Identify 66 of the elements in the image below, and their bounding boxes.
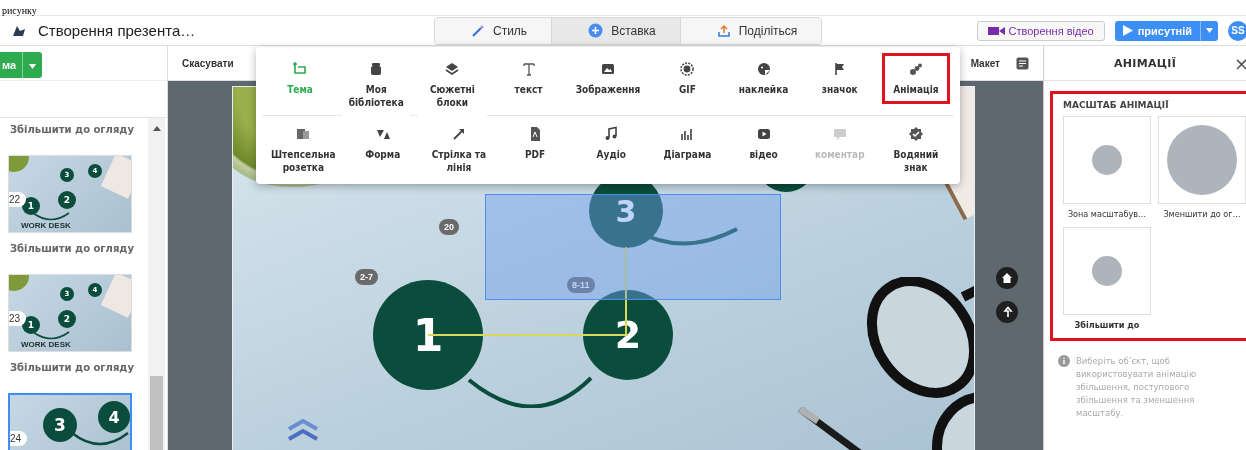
slide-number: 22: [9, 192, 27, 207]
bubbles-icon: [907, 61, 924, 77]
magic-wand-icon: [471, 23, 485, 38]
step-circle: 1: [22, 197, 40, 215]
path-step-badge[interactable]: 2-7: [355, 269, 378, 285]
step-circle: 3: [43, 408, 77, 442]
slide-number: 24: [10, 431, 28, 446]
caret-icon: [1206, 28, 1213, 33]
document-text: рисунку: [2, 4, 37, 17]
present-dropdown-button[interactable]: [1200, 20, 1218, 41]
video-icon: [755, 126, 772, 142]
animation-preview[interactable]: [1158, 116, 1246, 204]
panel-title: АНІМАЦІЇ: [1113, 56, 1177, 70]
slide-thumbnail[interactable]: 3 4 24: [8, 393, 132, 450]
app-logo-icon: [12, 24, 26, 37]
step-circle: 2: [58, 310, 76, 328]
music-note-icon: [603, 126, 620, 142]
presentation-title: Створення презента…: [38, 22, 196, 39]
video-camera-icon: [988, 25, 1006, 36]
slide-number: 23: [9, 311, 27, 326]
step-circle: 2: [58, 191, 76, 209]
comment-icon: [831, 126, 848, 142]
gif-icon: [679, 61, 696, 77]
selection-frame[interactable]: [485, 194, 781, 300]
theme-icon: [292, 61, 309, 77]
animation-label: Збільшити до: [1074, 320, 1140, 330]
home-button[interactable]: [996, 267, 1018, 289]
step-circle: 4: [98, 401, 130, 433]
logo-chevrons-icon: [287, 419, 319, 443]
slide-caption: WORK DESK: [21, 221, 71, 230]
slide-caption: WORK DESK: [21, 340, 71, 349]
animation-label: Зона масштабув…: [1067, 209, 1147, 219]
scroll-up-icon: [152, 126, 161, 131]
section-title: МАСШТАБ АНІМАЦІЇ: [1063, 100, 1170, 110]
back-button[interactable]: [996, 301, 1018, 323]
insert-option[interactable]: Анімація: [881, 53, 950, 104]
hint-text: Виберіть об’єкт, щоб використовувати анімацію збільшення, поступового збільшення та зменшення масштабу.: [1076, 355, 1198, 420]
step-circle: 1: [22, 316, 40, 334]
create-video-button[interactable]: Створення відео: [977, 20, 1105, 41]
transition-label: Збільшити до огляду: [10, 243, 135, 254]
image-icon: [600, 61, 616, 77]
theme-dropdown-button[interactable]: [22, 52, 43, 78]
mode-tab[interactable]: Вставка: [552, 17, 681, 44]
plus-icon: [588, 23, 604, 38]
caret-icon: [29, 64, 37, 69]
transition-label: Збільшити до огляду: [10, 362, 135, 373]
home-icon: [1001, 272, 1013, 284]
transition-label: Збільшити до огляду: [10, 124, 135, 135]
step-circle: 1: [373, 280, 483, 390]
text-icon: [520, 61, 537, 77]
animation-preview[interactable]: [1063, 116, 1151, 204]
mode-tab[interactable]: Стиль: [435, 17, 553, 44]
animation-preview[interactable]: [1063, 227, 1151, 315]
scrollbar-thumb[interactable]: [150, 376, 163, 450]
upload-icon: [716, 23, 731, 38]
animation-label: Зменшити до ог…: [1163, 209, 1241, 219]
notes-icon: [1016, 56, 1029, 70]
path-step-badge[interactable]: 20: [439, 219, 459, 235]
info-icon: [1058, 355, 1070, 367]
check-badge-icon: [907, 126, 924, 142]
sticker-icon: [755, 61, 772, 77]
close-button[interactable]: ×: [1233, 53, 1246, 74]
layers-icon: [444, 61, 461, 77]
play-icon: [1122, 25, 1133, 36]
scrollbar[interactable]: [148, 118, 165, 450]
step-circle: 2: [583, 290, 673, 380]
